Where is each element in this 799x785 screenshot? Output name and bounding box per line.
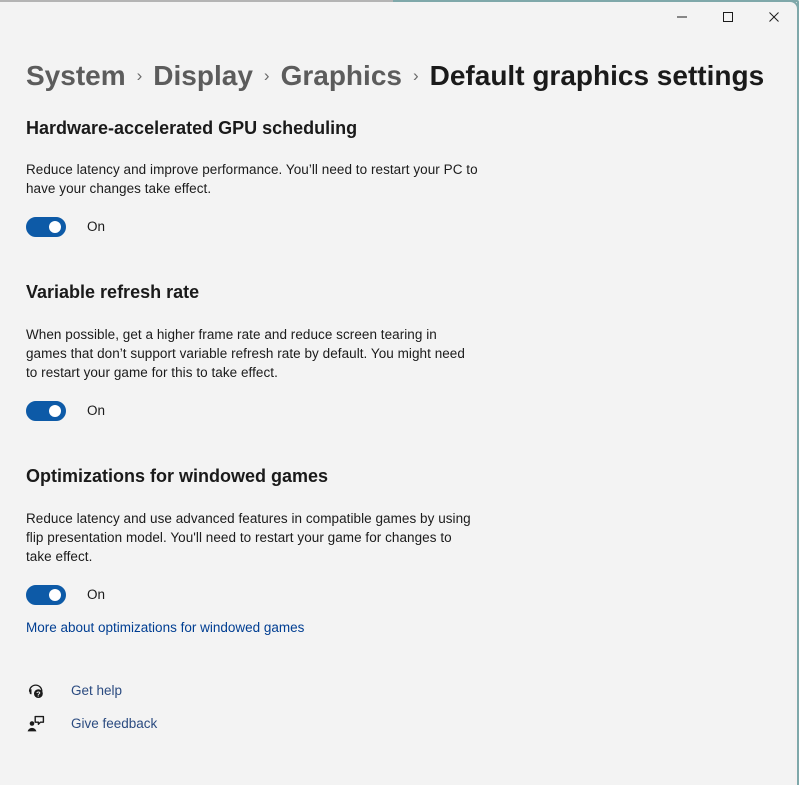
feedback-person-icon <box>26 714 46 734</box>
more-about-optimizations-link[interactable]: More about optimizations for windowed ga… <box>26 619 304 637</box>
windowed-games-toggle-row: On <box>26 585 746 605</box>
section-title: Variable refresh rate <box>26 282 200 302</box>
section-description: Reduce latency and use advanced features… <box>26 511 471 564</box>
variable-refresh-rate-toggle-state: On <box>87 403 106 418</box>
give-feedback-label: Give feedback <box>71 716 158 731</box>
settings-content: Hardware-accelerated GPU scheduling Redu… <box>26 116 746 637</box>
maximize-icon <box>722 11 734 26</box>
section-variable-refresh-rate: Variable refresh rate When possible, get… <box>26 280 746 421</box>
variable-refresh-rate-toggle[interactable] <box>26 401 66 421</box>
windowed-games-toggle[interactable] <box>26 585 66 605</box>
minimize-button[interactable] <box>659 2 705 34</box>
maximize-button[interactable] <box>705 2 751 34</box>
breadcrumb-item-display[interactable]: Display <box>153 56 253 96</box>
section-title: Optimizations for windowed games <box>26 466 329 486</box>
gpu-scheduling-toggle[interactable] <box>26 217 66 237</box>
windowed-games-toggle-state: On <box>87 587 106 602</box>
breadcrumb-separator-icon: › <box>412 66 419 85</box>
title-bar <box>0 2 797 34</box>
close-button[interactable] <box>751 2 797 34</box>
footer-links: ? Get help Give feedback <box>26 676 157 742</box>
svg-text:?: ? <box>36 689 41 698</box>
help-headset-icon: ? <box>26 681 46 701</box>
breadcrumb-separator-icon: › <box>263 66 270 85</box>
toggle-knob-icon <box>49 221 61 233</box>
section-title: Hardware-accelerated GPU scheduling <box>26 118 358 138</box>
section-description: When possible, get a higher frame rate a… <box>26 327 465 380</box>
variable-refresh-rate-toggle-row: On <box>26 401 746 421</box>
breadcrumb-separator-icon: › <box>136 66 143 85</box>
get-help-link[interactable]: ? Get help <box>26 676 157 706</box>
get-help-label: Get help <box>71 683 123 698</box>
breadcrumb-item-default-graphics-settings: Default graphics settings <box>429 60 765 91</box>
section-hardware-accelerated-gpu-scheduling: Hardware-accelerated GPU scheduling Redu… <box>26 116 746 237</box>
breadcrumb-item-graphics[interactable]: Graphics <box>281 56 402 96</box>
close-icon <box>768 11 780 26</box>
window-inner-hairline <box>795 60 796 785</box>
gpu-scheduling-toggle-state: On <box>87 219 106 234</box>
breadcrumb-item-system[interactable]: System <box>26 56 126 96</box>
settings-window: System › Display › Graphics › Default gr… <box>0 0 799 785</box>
toggle-knob-icon <box>49 405 61 417</box>
give-feedback-link[interactable]: Give feedback <box>26 709 157 739</box>
toggle-knob-icon <box>49 589 61 601</box>
section-optimizations-for-windowed-games: Optimizations for windowed games Reduce … <box>26 464 746 637</box>
section-description: Reduce latency and improve performance. … <box>26 162 478 196</box>
breadcrumb: System › Display › Graphics › Default gr… <box>26 56 764 100</box>
minimize-icon <box>676 11 688 26</box>
gpu-scheduling-toggle-row: On <box>26 217 746 237</box>
